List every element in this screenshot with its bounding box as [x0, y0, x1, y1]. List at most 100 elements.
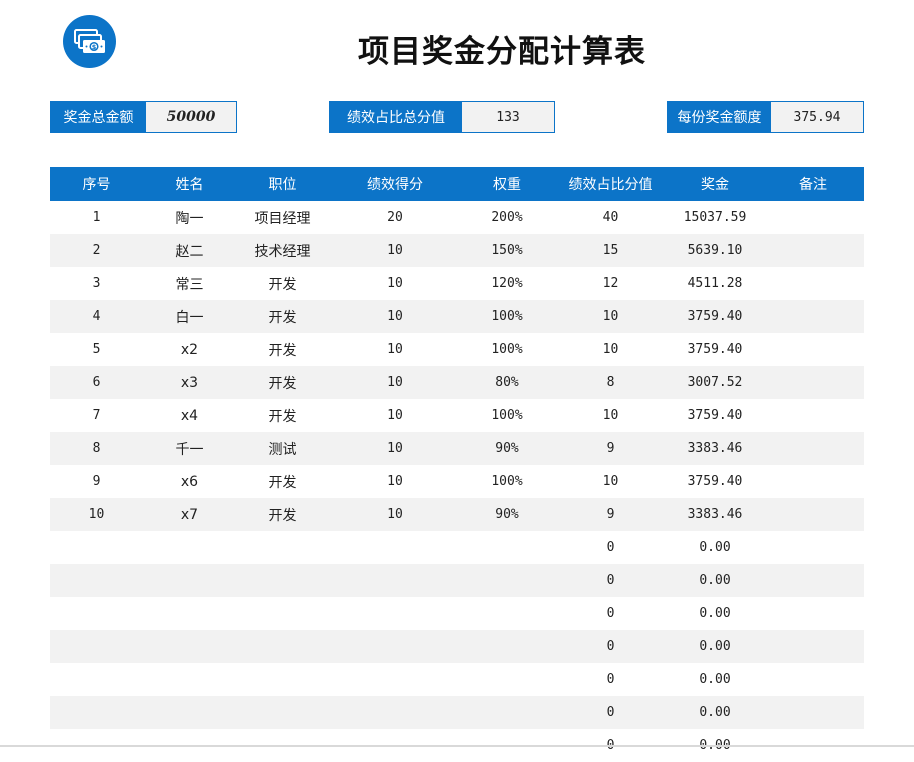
- cell-weight[interactable]: [461, 696, 553, 729]
- cell-perf-share[interactable]: 12: [553, 267, 668, 300]
- cell-perf-score[interactable]: [329, 630, 461, 663]
- cell-position[interactable]: 开发: [236, 465, 329, 498]
- cell-index[interactable]: 9: [50, 465, 143, 498]
- cell-bonus[interactable]: 3383.46: [668, 498, 762, 531]
- cell-perf-share[interactable]: 10: [553, 300, 668, 333]
- cell-perf-score[interactable]: 10: [329, 267, 461, 300]
- cell-position[interactable]: 开发: [236, 498, 329, 531]
- cell-remark[interactable]: [762, 663, 864, 696]
- cell-name[interactable]: x2: [143, 333, 236, 366]
- cell-weight[interactable]: 100%: [461, 300, 553, 333]
- cell-name[interactable]: [143, 564, 236, 597]
- cell-index[interactable]: 4: [50, 300, 143, 333]
- cell-index[interactable]: [50, 531, 143, 564]
- cell-perf-score[interactable]: 10: [329, 465, 461, 498]
- share-amount-value[interactable]: 375.94: [771, 102, 863, 132]
- cell-name[interactable]: 白一: [143, 300, 236, 333]
- cell-position[interactable]: [236, 696, 329, 729]
- cell-bonus[interactable]: 5639.10: [668, 234, 762, 267]
- cell-perf-score[interactable]: [329, 564, 461, 597]
- cell-name[interactable]: 常三: [143, 267, 236, 300]
- cell-bonus[interactable]: 3759.40: [668, 333, 762, 366]
- cell-perf-share[interactable]: 10: [553, 399, 668, 432]
- perf-total-value[interactable]: 133: [462, 102, 554, 132]
- cell-index[interactable]: [50, 597, 143, 630]
- cell-bonus[interactable]: 15037.59: [668, 201, 762, 234]
- cell-perf-score[interactable]: [329, 597, 461, 630]
- cell-remark[interactable]: [762, 300, 864, 333]
- cell-index[interactable]: 1: [50, 201, 143, 234]
- cell-index[interactable]: 3: [50, 267, 143, 300]
- cell-weight[interactable]: 200%: [461, 201, 553, 234]
- cell-bonus[interactable]: 3759.40: [668, 399, 762, 432]
- header-weight[interactable]: 权重: [461, 167, 553, 201]
- header-perf-score[interactable]: 绩效得分: [329, 167, 461, 201]
- cell-bonus[interactable]: 0.00: [668, 696, 762, 729]
- cell-name[interactable]: x4: [143, 399, 236, 432]
- cell-remark[interactable]: [762, 531, 864, 564]
- cell-weight[interactable]: 90%: [461, 432, 553, 465]
- cell-name[interactable]: 赵二: [143, 234, 236, 267]
- cell-weight[interactable]: 100%: [461, 399, 553, 432]
- cell-remark[interactable]: [762, 696, 864, 729]
- cell-remark[interactable]: [762, 366, 864, 399]
- cell-index[interactable]: 5: [50, 333, 143, 366]
- cell-position[interactable]: [236, 663, 329, 696]
- cell-perf-share[interactable]: 0: [553, 696, 668, 729]
- cell-name[interactable]: [143, 663, 236, 696]
- cell-remark[interactable]: [762, 267, 864, 300]
- cell-bonus[interactable]: 3759.40: [668, 300, 762, 333]
- cell-weight[interactable]: [461, 564, 553, 597]
- cell-index[interactable]: 8: [50, 432, 143, 465]
- cell-perf-score[interactable]: 10: [329, 300, 461, 333]
- cell-position[interactable]: [236, 531, 329, 564]
- cell-perf-share[interactable]: 10: [553, 333, 668, 366]
- cell-name[interactable]: 千一: [143, 432, 236, 465]
- header-bonus[interactable]: 奖金: [668, 167, 762, 201]
- cell-index[interactable]: [50, 696, 143, 729]
- cell-position[interactable]: 开发: [236, 399, 329, 432]
- cell-perf-share[interactable]: 0: [553, 597, 668, 630]
- cell-position[interactable]: 开发: [236, 366, 329, 399]
- cell-name[interactable]: 陶一: [143, 201, 236, 234]
- header-perf-share[interactable]: 绩效占比分值: [553, 167, 668, 201]
- cell-bonus[interactable]: 3383.46: [668, 432, 762, 465]
- cell-perf-share[interactable]: 0: [553, 531, 668, 564]
- cell-remark[interactable]: [762, 597, 864, 630]
- cell-name[interactable]: [143, 597, 236, 630]
- cell-remark[interactable]: [762, 564, 864, 597]
- cell-name[interactable]: [143, 531, 236, 564]
- cell-perf-score[interactable]: [329, 696, 461, 729]
- cell-perf-share[interactable]: 15: [553, 234, 668, 267]
- cell-bonus[interactable]: 0.00: [668, 630, 762, 663]
- cell-perf-score[interactable]: 10: [329, 366, 461, 399]
- cell-position[interactable]: 项目经理: [236, 201, 329, 234]
- cell-bonus[interactable]: 3759.40: [668, 465, 762, 498]
- cell-index[interactable]: 7: [50, 399, 143, 432]
- cell-weight[interactable]: [461, 663, 553, 696]
- cell-remark[interactable]: [762, 333, 864, 366]
- cell-bonus[interactable]: 0.00: [668, 597, 762, 630]
- cell-weight[interactable]: 80%: [461, 366, 553, 399]
- cell-position[interactable]: [236, 564, 329, 597]
- header-position[interactable]: 职位: [236, 167, 329, 201]
- cell-index[interactable]: 6: [50, 366, 143, 399]
- cell-perf-score[interactable]: [329, 531, 461, 564]
- cell-remark[interactable]: [762, 399, 864, 432]
- cell-bonus[interactable]: 3007.52: [668, 366, 762, 399]
- cell-perf-share[interactable]: 0: [553, 630, 668, 663]
- cell-bonus[interactable]: 0.00: [668, 663, 762, 696]
- cell-position[interactable]: 开发: [236, 267, 329, 300]
- cell-index[interactable]: [50, 630, 143, 663]
- cell-weight[interactable]: [461, 597, 553, 630]
- cell-perf-score[interactable]: 10: [329, 399, 461, 432]
- cell-weight[interactable]: [461, 531, 553, 564]
- cell-remark[interactable]: [762, 201, 864, 234]
- cell-perf-score[interactable]: 10: [329, 234, 461, 267]
- cell-perf-share[interactable]: 0: [553, 663, 668, 696]
- cell-bonus[interactable]: 4511.28: [668, 267, 762, 300]
- cell-name[interactable]: [143, 630, 236, 663]
- cell-position[interactable]: 测试: [236, 432, 329, 465]
- cell-index[interactable]: [50, 564, 143, 597]
- cell-weight[interactable]: [461, 630, 553, 663]
